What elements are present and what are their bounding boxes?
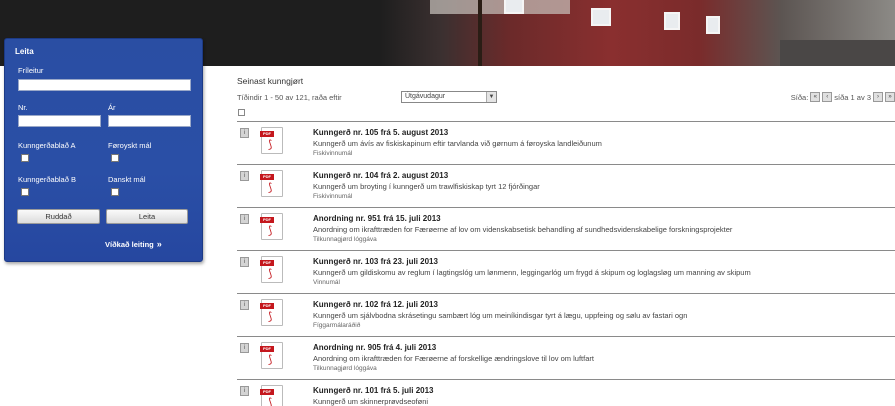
item-description: Kunngerð um sjálvbodna skrásetingu sambæ… <box>313 311 688 320</box>
first-page-icon[interactable]: « <box>810 92 821 102</box>
info-icon[interactable]: i <box>240 128 249 138</box>
danskt-label: Danskt mál <box>108 175 146 184</box>
pdf-badge: PDF <box>260 174 274 180</box>
year-input[interactable] <box>108 115 191 127</box>
search-title: Leita <box>15 47 34 56</box>
pdf-icon[interactable]: PDF ⟆ <box>260 342 283 369</box>
acrobat-mark: ⟆ <box>268 225 273 237</box>
pdf-badge: PDF <box>260 131 274 137</box>
item-title[interactable]: Kunngerð nr. 105 frá 5. august 2013 <box>313 128 448 137</box>
advanced-search-link[interactable]: Víðkað leiting» <box>105 239 162 249</box>
advanced-search-label: Víðkað leiting <box>105 240 154 249</box>
item-description: Kunngerð um gildiskomu av reglum í lagti… <box>313 268 751 277</box>
list-item[interactable]: i PDF ⟆ Kunngerð nr. 103 frá 23. juli 2013 K… <box>237 250 895 293</box>
item-category: Fíggarmálaráðið <box>313 322 361 329</box>
number-label: Nr. <box>18 103 28 112</box>
announcement-list: i PDF ⟆ Kunngerð nr. 105 frá 5. august 2013… <box>237 121 895 406</box>
item-title[interactable]: Anordning nr. 951 frá 15. juli 2013 <box>313 214 441 223</box>
previous-page-icon[interactable]: ‹ <box>822 92 833 102</box>
pdf-icon[interactable]: PDF ⟆ <box>260 170 283 197</box>
list-item[interactable]: i PDF ⟆ Kunngerð nr. 104 frá 2. august 2013… <box>237 164 895 207</box>
pdf-icon[interactable]: PDF ⟆ <box>260 299 283 326</box>
info-icon[interactable]: i <box>240 257 249 267</box>
chevron-down-icon: » <box>156 239 162 249</box>
item-title[interactable]: Kunngerð nr. 102 frá 12. juli 2013 <box>313 300 438 309</box>
item-category: Fiskivinnumál <box>313 193 353 200</box>
list-item[interactable]: i PDF ⟆ Kunngerð nr. 105 frá 5. august 2013… <box>237 121 895 164</box>
info-icon[interactable]: i <box>240 300 249 310</box>
info-icon[interactable]: i <box>240 171 249 181</box>
chevron-down-icon: ▼ <box>486 92 496 102</box>
freetext-label: Fríleitur <box>18 66 44 75</box>
pdf-icon[interactable]: PDF ⟆ <box>260 385 283 406</box>
kunngerdablad-b-checkbox[interactable] <box>21 188 29 196</box>
header-photo-window <box>504 0 524 14</box>
item-description: Kunngerð um broyting í kunngerð um trawl… <box>313 182 540 191</box>
header-photo-window <box>664 12 680 30</box>
header-photo-window <box>706 16 720 34</box>
number-input[interactable] <box>18 115 101 127</box>
sort-select-value: Útgávudagur <box>405 93 446 100</box>
list-item[interactable]: i PDF ⟆ Anordning nr. 951 frá 15. juli 2013… <box>237 207 895 250</box>
year-label: Ár <box>108 103 116 112</box>
pager: Síða: « ‹ síða 1 av 3 › » <box>791 91 895 103</box>
search-panel: Leita Fríleitur Nr. Ár Kunngerðablað A F… <box>4 38 203 262</box>
item-title[interactable]: Kunngerð nr. 103 frá 23. juli 2013 <box>313 257 438 266</box>
item-title[interactable]: Kunngerð nr. 101 frá 5. juli 2013 <box>313 386 434 395</box>
pdf-badge: PDF <box>260 303 274 309</box>
freetext-input[interactable] <box>18 79 191 91</box>
danskt-checkbox[interactable] <box>111 188 119 196</box>
item-category: Fiskivinnumál <box>313 150 353 157</box>
acrobat-mark: ⟆ <box>268 139 273 151</box>
acrobat-mark: ⟆ <box>268 397 273 406</box>
pdf-badge: PDF <box>260 260 274 266</box>
acrobat-mark: ⟆ <box>268 268 273 280</box>
search-button[interactable]: Leita <box>106 209 188 224</box>
kunngerdablad-a-label: Kunngerðablað A <box>18 141 76 150</box>
kunngerdablad-b-label: Kunngerðablað B <box>18 175 76 184</box>
select-all-checkbox[interactable] <box>238 109 245 116</box>
item-category: Vinnumál <box>313 279 340 286</box>
info-icon[interactable]: i <box>240 214 249 224</box>
item-description: Anordning om ikrafttræden for Færøerne a… <box>313 354 594 363</box>
kunngerdablad-a-checkbox[interactable] <box>21 154 29 162</box>
last-page-icon[interactable]: » <box>885 92 895 102</box>
item-description: Anordning om ikrafttræden for Færøerne a… <box>313 225 733 234</box>
page-indicator: síða 1 av 3 <box>834 92 871 102</box>
list-item[interactable]: i PDF ⟆ Kunngerð nr. 102 frá 12. juli 2013 K… <box>237 293 895 336</box>
header-photo-pole <box>478 0 482 66</box>
pdf-icon[interactable]: PDF ⟆ <box>260 213 283 240</box>
list-item[interactable]: i PDF ⟆ Kunngerð nr. 101 frá 5. juli 2013 Ku… <box>237 379 895 406</box>
pdf-icon[interactable]: PDF ⟆ <box>260 256 283 283</box>
header-photo-roof <box>430 0 570 14</box>
info-icon[interactable]: i <box>240 386 249 396</box>
acrobat-mark: ⟆ <box>268 311 273 323</box>
item-category: Tilkunnagjørd lóggáva <box>313 365 377 372</box>
pager-label: Síða: <box>790 92 809 102</box>
acrobat-mark: ⟆ <box>268 182 273 194</box>
info-icon[interactable]: i <box>240 343 249 353</box>
item-title[interactable]: Anordning nr. 905 frá 4. juli 2013 <box>313 343 436 352</box>
foroyskt-label: Føroyskt mál <box>108 141 152 150</box>
pdf-badge: PDF <box>260 389 274 395</box>
foroyskt-checkbox[interactable] <box>111 154 119 162</box>
pdf-badge: PDF <box>260 217 274 223</box>
pdf-badge: PDF <box>260 346 274 352</box>
item-category: Tilkunnagjørd lóggáva <box>313 236 377 243</box>
item-title[interactable]: Kunngerð nr. 104 frá 2. august 2013 <box>313 171 448 180</box>
pdf-icon[interactable]: PDF ⟆ <box>260 127 283 154</box>
sort-select[interactable]: Útgávudagur ▼ <box>401 91 497 103</box>
acrobat-mark: ⟆ <box>268 354 273 366</box>
header-photo-window <box>591 8 611 26</box>
page-title: Seinast kunngjørt <box>237 76 304 86</box>
item-description: Kunngerð um skinnerprøvdseoføni <box>313 397 429 406</box>
clear-button[interactable]: Ruddað <box>17 209 100 224</box>
header-photo-rock <box>780 40 895 66</box>
item-description: Kunngerð um ávís av fiskiskapinum eftir … <box>313 139 602 148</box>
next-page-icon[interactable]: › <box>873 92 883 102</box>
list-item[interactable]: i PDF ⟆ Anordning nr. 905 frá 4. juli 2013 A… <box>237 336 895 379</box>
result-count: Tíðindir 1 - 50 av 121, raða eftir <box>237 93 342 102</box>
